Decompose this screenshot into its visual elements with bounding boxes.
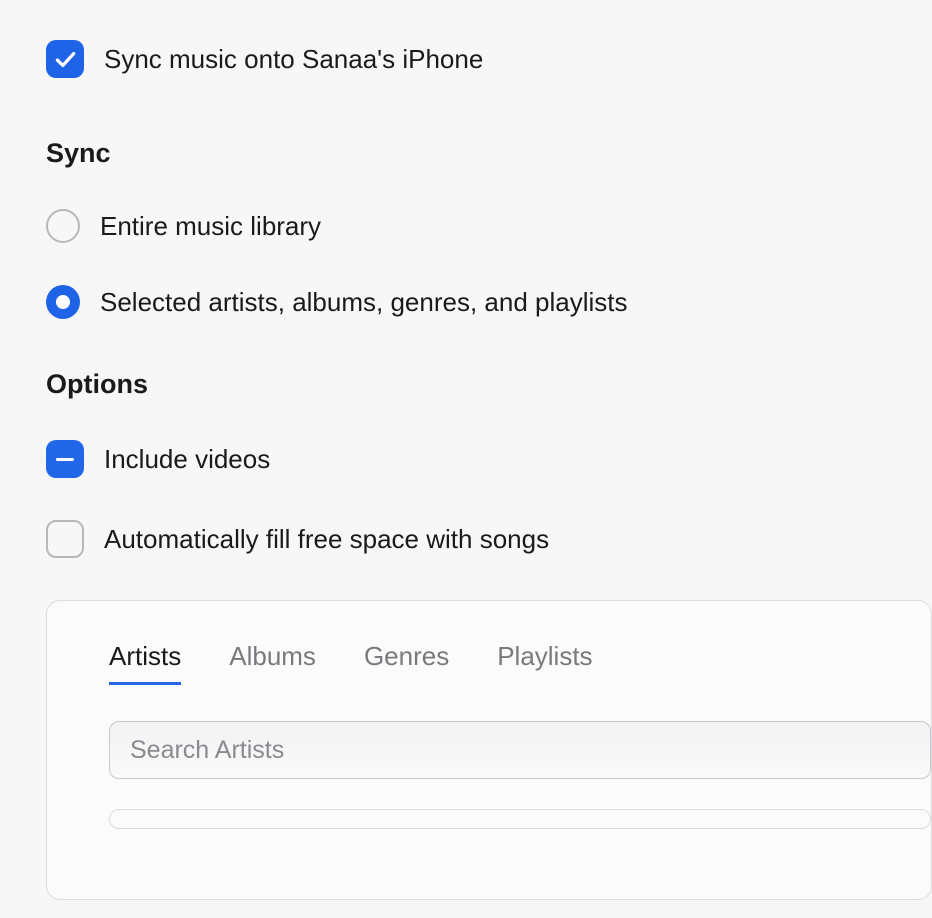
tab-playlists[interactable]: Playlists xyxy=(497,641,592,685)
mixed-dash-icon xyxy=(56,458,74,461)
include-videos-checkbox[interactable] xyxy=(46,440,84,478)
options-header: Options xyxy=(46,369,932,400)
auto-fill-checkbox[interactable] xyxy=(46,520,84,558)
include-videos-row: Include videos xyxy=(46,440,932,478)
sync-music-label: Sync music onto Sanaa's iPhone xyxy=(104,44,483,75)
sync-section: Sync Entire music library Selected artis… xyxy=(46,138,932,319)
tab-artists[interactable]: Artists xyxy=(109,641,181,685)
radio-selected-label: Selected artists, albums, genres, and pl… xyxy=(100,287,627,318)
list-container xyxy=(109,809,931,829)
checkmark-icon xyxy=(52,46,78,72)
tab-genres[interactable]: Genres xyxy=(364,641,449,685)
radio-selected-row: Selected artists, albums, genres, and pl… xyxy=(46,285,932,319)
search-artists-input[interactable] xyxy=(109,721,931,779)
radio-entire-library[interactable] xyxy=(46,209,80,243)
tab-albums[interactable]: Albums xyxy=(229,641,316,685)
options-section: Options Include videos Automatically fil… xyxy=(46,369,932,558)
content-panel: Artists Albums Genres Playlists xyxy=(46,600,932,900)
sync-music-checkbox[interactable] xyxy=(46,40,84,78)
sync-music-row: Sync music onto Sanaa's iPhone xyxy=(46,40,932,78)
panel-tabs: Artists Albums Genres Playlists xyxy=(109,641,931,685)
auto-fill-row: Automatically fill free space with songs xyxy=(46,520,932,558)
auto-fill-label: Automatically fill free space with songs xyxy=(104,524,549,555)
radio-selected-items[interactable] xyxy=(46,285,80,319)
radio-entire-label: Entire music library xyxy=(100,211,321,242)
include-videos-label: Include videos xyxy=(104,444,270,475)
sync-header: Sync xyxy=(46,138,932,169)
radio-entire-row: Entire music library xyxy=(46,209,932,243)
